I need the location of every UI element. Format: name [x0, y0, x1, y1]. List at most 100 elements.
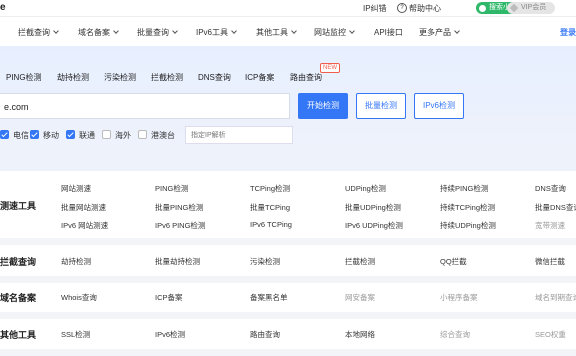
- tool-link[interactable]: 污染检测: [250, 256, 280, 267]
- nav-domain[interactable]: 域名备案: [78, 27, 119, 38]
- nav-ipv6[interactable]: IPv6工具: [196, 27, 237, 38]
- chevron-down-icon: [53, 28, 59, 34]
- tab-icp[interactable]: ICP备案: [245, 72, 274, 83]
- tool-link[interactable]: 域名到期查询: [535, 292, 576, 303]
- tool-link[interactable]: 批量TCPing: [250, 202, 290, 213]
- tool-link[interactable]: 批量网站测速: [61, 202, 106, 213]
- tool-link[interactable]: UDPing检测: [345, 183, 386, 194]
- tool-link[interactable]: IPv6 TCPing: [250, 220, 292, 229]
- option-label: 移动: [43, 131, 59, 140]
- tab-hijack[interactable]: 劫持检测: [57, 72, 89, 83]
- option-telecom[interactable]: 电信: [0, 130, 29, 141]
- checkbox-checked[interactable]: [66, 130, 75, 139]
- tool-link[interactable]: 宽带测速: [535, 220, 565, 231]
- chevron-down-icon: [349, 28, 355, 34]
- nav-label: 批量查询: [137, 28, 169, 37]
- tool-link[interactable]: 持续PING检测: [440, 183, 488, 194]
- ip-correction-link[interactable]: IP纠错: [363, 3, 387, 14]
- chevron-down-icon: [113, 28, 119, 34]
- search-hero: PING检测 劫持检测 污染检测 拦截检测 DNS查询 ICP备案 路由查询 N…: [0, 46, 576, 156]
- tool-link[interactable]: 劫持检测: [61, 256, 91, 267]
- tool-link[interactable]: 持续TCPing检测: [440, 202, 495, 213]
- wechat-icon: [479, 5, 486, 12]
- category-speed-title: 测速工具: [0, 201, 37, 211]
- nav-batch[interactable]: 批量查询: [137, 27, 178, 38]
- help-center-link[interactable]: 帮助中心: [409, 3, 441, 14]
- divider: [0, 276, 576, 283]
- tool-link[interactable]: 小程序备案: [440, 292, 478, 303]
- search-input[interactable]: e.com: [0, 93, 290, 119]
- nav-label: 更多产品: [419, 28, 451, 37]
- divider: [0, 349, 576, 356]
- tool-link[interactable]: 备案黑名单: [250, 292, 288, 303]
- tool-link[interactable]: 批量UDPing检测: [345, 202, 401, 213]
- help-icon: ?: [397, 3, 407, 13]
- tool-link[interactable]: TCPing检测: [250, 183, 290, 194]
- site-logo[interactable]: e: [0, 2, 6, 13]
- chevron-down-icon: [454, 28, 460, 34]
- new-tag: NEW: [320, 63, 340, 73]
- tab-route[interactable]: 路由查询: [290, 72, 322, 83]
- category-other-title: 其他工具: [0, 330, 37, 340]
- tool-link[interactable]: IPv6检测: [155, 329, 185, 340]
- option-mobile[interactable]: 移动: [30, 130, 59, 141]
- vip-diamond-icon: [509, 3, 519, 13]
- nav-label: 其他工具: [256, 28, 288, 37]
- option-unicom[interactable]: 联通: [66, 130, 95, 141]
- tool-link[interactable]: QQ拦截: [440, 256, 467, 267]
- tool-link[interactable]: 批量DNS查询: [535, 202, 576, 213]
- login-link[interactable]: 登录: [560, 27, 576, 38]
- checkbox-unchecked[interactable]: [138, 130, 147, 139]
- tab-dns[interactable]: DNS查询: [198, 72, 231, 83]
- option-hk-mo-tw[interactable]: 港澳台: [138, 130, 175, 141]
- batch-check-button[interactable]: 批量检测: [356, 93, 406, 119]
- tool-link[interactable]: ICP备案: [155, 292, 183, 303]
- checkbox-unchecked[interactable]: [102, 130, 111, 139]
- option-label: 电信: [13, 131, 29, 140]
- tool-link[interactable]: PING检测: [155, 183, 188, 194]
- nav-label: IPv6工具: [196, 28, 229, 37]
- category-intercept-title: 拦截查询: [0, 257, 37, 267]
- tool-link[interactable]: 批量PING检测: [155, 202, 203, 213]
- nav-monitor[interactable]: 网站监控: [314, 27, 355, 38]
- tool-link[interactable]: IPv6 网站测速: [61, 220, 108, 231]
- option-overseas[interactable]: 海外: [102, 130, 131, 141]
- specified-ip-input[interactable]: [185, 126, 293, 144]
- checkbox-checked[interactable]: [0, 130, 9, 139]
- nav-api[interactable]: API接口: [374, 27, 403, 38]
- category-domain-title: 域名备案: [0, 293, 37, 303]
- tool-link[interactable]: Whois查询: [61, 292, 97, 303]
- tool-link[interactable]: 网站测速: [61, 183, 91, 194]
- top-bar: e IP纠错 ? 帮助中心 搜索小程序 VIP会员: [0, 0, 576, 16]
- tab-intercept[interactable]: 拦截检测: [151, 72, 183, 83]
- main-nav: 拦截查询 域名备案 批量查询 IPv6工具 其他工具 网站监控 API接口 更多…: [0, 16, 576, 46]
- tool-link[interactable]: IPv6 PING检测: [155, 220, 205, 231]
- nav-other[interactable]: 其他工具: [256, 27, 297, 38]
- tool-link[interactable]: 批量劫持检测: [155, 256, 200, 267]
- option-label: 港澳台: [151, 131, 175, 140]
- tool-link[interactable]: 网安备案: [345, 292, 375, 303]
- chevron-down-icon: [231, 28, 237, 34]
- tool-link[interactable]: 微信拦截: [535, 256, 565, 267]
- tool-link[interactable]: IPv6 UDPing检测: [345, 220, 403, 231]
- nav-label: 网站监控: [314, 28, 346, 37]
- tab-ping[interactable]: PING检测: [6, 72, 42, 83]
- ipv6-check-button[interactable]: IPv6检测: [414, 93, 464, 119]
- tool-link[interactable]: 持续UDPing检测: [440, 220, 496, 231]
- tab-pollution[interactable]: 污染检测: [104, 72, 136, 83]
- tool-link[interactable]: SEO权重: [535, 329, 566, 340]
- tool-link[interactable]: 本地网络: [345, 329, 375, 340]
- search-value: e.com: [4, 102, 29, 112]
- vip-label: VIP会员: [521, 4, 547, 11]
- nav-intercept[interactable]: 拦截查询: [18, 27, 59, 38]
- tool-link[interactable]: SSL检测: [61, 329, 90, 340]
- tool-link[interactable]: 综合查询: [440, 329, 470, 340]
- tool-link[interactable]: 路由查询: [250, 329, 280, 340]
- option-label: 联通: [79, 131, 95, 140]
- start-check-button[interactable]: 开始检测: [298, 93, 348, 119]
- checkbox-checked[interactable]: [30, 130, 39, 139]
- tool-link[interactable]: 拦截检测: [345, 256, 375, 267]
- vip-badge[interactable]: VIP会员: [507, 2, 555, 14]
- nav-more[interactable]: 更多产品: [419, 27, 460, 38]
- tool-link[interactable]: DNS查询: [535, 183, 566, 194]
